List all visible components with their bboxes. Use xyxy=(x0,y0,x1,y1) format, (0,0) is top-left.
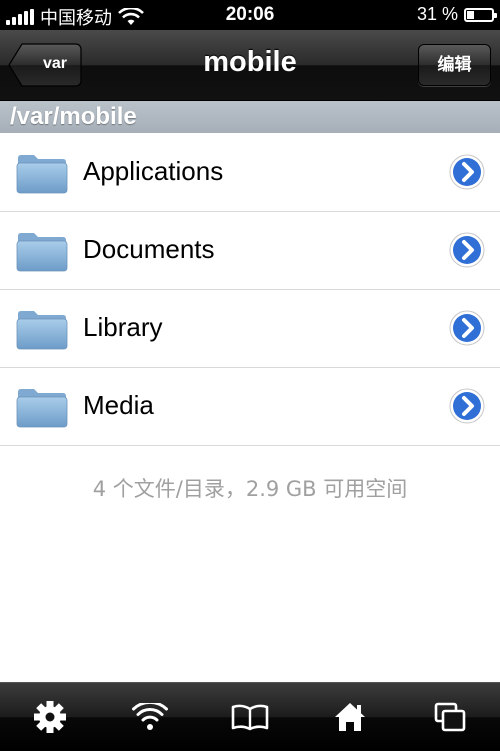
disclosure-arrow-icon[interactable] xyxy=(449,154,485,190)
list-item[interactable]: Applications xyxy=(0,134,500,212)
disclosure-arrow-icon[interactable] xyxy=(449,388,485,424)
wifi-button[interactable] xyxy=(120,687,180,747)
book-icon xyxy=(231,704,269,731)
folder-icon xyxy=(16,233,68,272)
item-name: Applications xyxy=(83,156,224,186)
folder-icon xyxy=(16,389,68,428)
list-item[interactable]: Documents xyxy=(0,212,500,290)
item-name: Documents xyxy=(83,234,215,264)
gear-icon xyxy=(34,701,66,733)
settings-button[interactable] xyxy=(20,687,80,747)
battery-icon xyxy=(464,7,497,22)
navigation-bar: var mobile 编辑 xyxy=(0,30,500,101)
wifi-icon xyxy=(132,703,168,730)
disclosure-arrow-icon[interactable] xyxy=(449,310,485,346)
file-list: Applications Documents Library Media xyxy=(0,134,500,446)
home-icon xyxy=(335,703,365,731)
disclosure-arrow-icon[interactable] xyxy=(449,232,485,268)
folder-icon xyxy=(16,311,68,350)
battery-percent: 31 % xyxy=(416,4,458,24)
bottom-toolbar xyxy=(0,682,500,751)
item-name: Media xyxy=(83,390,154,420)
windows-icon xyxy=(434,702,466,732)
bookmarks-button[interactable] xyxy=(220,687,280,747)
status-bar: 中国移动 20:06 31 % xyxy=(0,0,500,30)
list-item[interactable]: Library xyxy=(0,290,500,368)
item-name: Library xyxy=(83,312,163,342)
path-header: /var/mobile xyxy=(0,101,500,133)
list-item[interactable]: Media xyxy=(0,368,500,446)
storage-summary: 4 个文件/目录，2.9 GB 可用空间 xyxy=(92,477,408,501)
windows-button[interactable] xyxy=(420,687,480,747)
folder-icon xyxy=(16,155,68,194)
edit-button[interactable]: 编辑 xyxy=(418,44,491,86)
home-button[interactable] xyxy=(320,687,380,747)
